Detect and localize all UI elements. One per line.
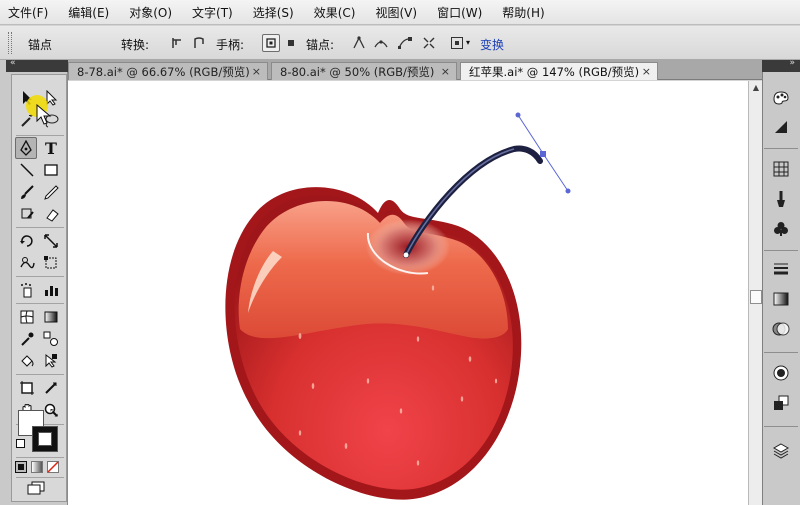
layers-icon[interactable] [770, 440, 792, 462]
convert-to-corner-icon[interactable] [168, 34, 186, 52]
blend-tool-icon[interactable] [40, 328, 62, 350]
tab-red-apple[interactable]: 红苹果.ai* @ 147% (RGB/预览) × [460, 62, 658, 80]
control-bar: 锚点 转换: 手柄: 锚点: ▾ 变换 [0, 26, 800, 60]
cut-path-icon[interactable] [396, 34, 414, 52]
connect-anchors-icon[interactable] [372, 34, 390, 52]
right-panel-header[interactable]: » [762, 58, 800, 72]
vertical-scrollbar[interactable]: ▲ [748, 81, 762, 505]
slice-tool-icon[interactable] [40, 377, 62, 399]
warp-tool-icon[interactable] [16, 252, 38, 274]
eraser-tool-icon[interactable] [40, 203, 62, 225]
artwork[interactable] [68, 81, 748, 505]
reference-point-icon[interactable] [448, 34, 466, 52]
menu-edit[interactable]: 编辑(E) [68, 4, 109, 21]
apple-top-highlight [238, 200, 508, 339]
mouse-cursor-icon [36, 103, 52, 129]
scale-tool-icon[interactable] [40, 230, 62, 252]
anchors-label: 锚点: [306, 38, 335, 52]
convert-label: 转换: [121, 38, 150, 52]
symbols-icon[interactable] [770, 218, 792, 240]
tools-panel: T ⤡ [11, 74, 67, 502]
remove-anchor-icon[interactable] [350, 34, 368, 52]
menu-view[interactable]: 视图(V) [375, 4, 417, 21]
eyedropper-tool-icon[interactable] [16, 328, 38, 350]
color-icon[interactable] [770, 86, 792, 108]
free-transform-tool-icon[interactable] [40, 252, 62, 274]
menu-type[interactable]: 文字(T) [192, 4, 233, 21]
rotate-tool-icon[interactable] [16, 230, 38, 252]
screen-mode-icon[interactable] [26, 481, 48, 495]
stem-anchor-point [403, 252, 409, 258]
menu-file[interactable]: 文件(F) [8, 4, 48, 21]
document-tab-bar: 8-78.ai* @ 66.67% (RGB/预览) × 8-80.ai* @ … [68, 60, 762, 80]
appearance-icon[interactable] [770, 362, 792, 384]
show-handles-icon[interactable] [262, 34, 280, 52]
menu-help[interactable]: 帮助(H) [502, 4, 544, 21]
menu-effect[interactable]: 效果(C) [314, 4, 356, 21]
color-guide-icon[interactable] [770, 116, 792, 138]
menu-bar: 文件(F) 编辑(E) 对象(O) 文字(T) 选择(S) 效果(C) 视图(V… [0, 0, 800, 25]
isolate-icon[interactable] [420, 34, 438, 52]
paintbrush-tool-icon[interactable] [16, 181, 38, 203]
gradient-mode-icon[interactable] [31, 461, 43, 473]
gradient-icon[interactable] [770, 288, 792, 310]
tools-panel-header[interactable]: « [6, 58, 68, 72]
transparency-icon[interactable] [770, 318, 792, 340]
swatches-icon[interactable] [770, 158, 792, 180]
close-icon[interactable]: × [642, 65, 651, 78]
live-paint-bucket-tool-icon[interactable] [16, 350, 38, 372]
tab-label: 红苹果.ai* @ 147% (RGB/预览) [469, 64, 640, 79]
menu-select[interactable]: 选择(S) [253, 4, 294, 21]
anchor-label: 锚点 [28, 38, 53, 52]
close-icon[interactable]: × [252, 65, 261, 78]
menu-object[interactable]: 对象(O) [129, 4, 172, 21]
pencil-tool-icon[interactable] [40, 181, 62, 203]
tab-8-80[interactable]: 8-80.ai* @ 50% (RGB/预览) × [271, 62, 457, 80]
graphic-styles-icon[interactable] [770, 392, 792, 414]
brushes-icon[interactable] [770, 188, 792, 210]
type-tool-icon[interactable]: T [40, 137, 62, 159]
stroke-swatch[interactable] [32, 426, 58, 452]
control-bar-grip[interactable] [8, 32, 12, 54]
none-mode-icon[interactable] [47, 461, 59, 473]
convert-to-smooth-icon[interactable] [190, 34, 208, 52]
document-canvas[interactable] [68, 81, 748, 505]
hide-handles-icon[interactable] [282, 34, 300, 52]
scroll-up-icon[interactable]: ▲ [751, 83, 761, 93]
blob-brush-tool-icon[interactable] [16, 203, 38, 225]
stroke-icon[interactable] [770, 258, 792, 280]
symbol-sprayer-tool-icon[interactable] [16, 279, 38, 301]
column-graph-tool-icon[interactable] [40, 279, 62, 301]
live-paint-selection-tool-icon[interactable] [40, 350, 62, 372]
expand-panels-icon[interactable]: » [789, 58, 795, 68]
color-mode-icon[interactable] [15, 461, 27, 473]
line-segment-tool-icon[interactable] [16, 159, 38, 181]
scroll-thumb[interactable] [750, 290, 762, 304]
default-fill-stroke-icon[interactable] [16, 439, 25, 448]
tab-label: 8-78.ai* @ 66.67% (RGB/预览) [77, 64, 250, 79]
pen-tool-icon[interactable] [15, 137, 37, 159]
menu-window[interactable]: 窗口(W) [437, 4, 482, 21]
artboard-tool-icon[interactable] [16, 377, 38, 399]
bezier-handles[interactable] [515, 112, 571, 194]
transform-link[interactable]: 变换 [480, 36, 504, 53]
mesh-tool-icon[interactable] [16, 306, 38, 328]
type-tool-glyph: T [45, 138, 57, 158]
tab-8-78[interactable]: 8-78.ai* @ 66.67% (RGB/预览) × [68, 62, 268, 80]
reference-point-dropdown-icon[interactable]: ▾ [466, 38, 470, 47]
gradient-tool-icon[interactable] [40, 306, 62, 328]
collapse-tools-icon[interactable]: « [10, 58, 16, 68]
handles-label: 手柄: [216, 38, 245, 52]
rectangle-tool-icon[interactable] [40, 159, 62, 181]
tab-label: 8-80.ai* @ 50% (RGB/预览) [280, 64, 435, 79]
close-icon[interactable]: × [441, 65, 450, 78]
swap-fill-stroke-icon[interactable]: ⤡ [50, 408, 58, 419]
